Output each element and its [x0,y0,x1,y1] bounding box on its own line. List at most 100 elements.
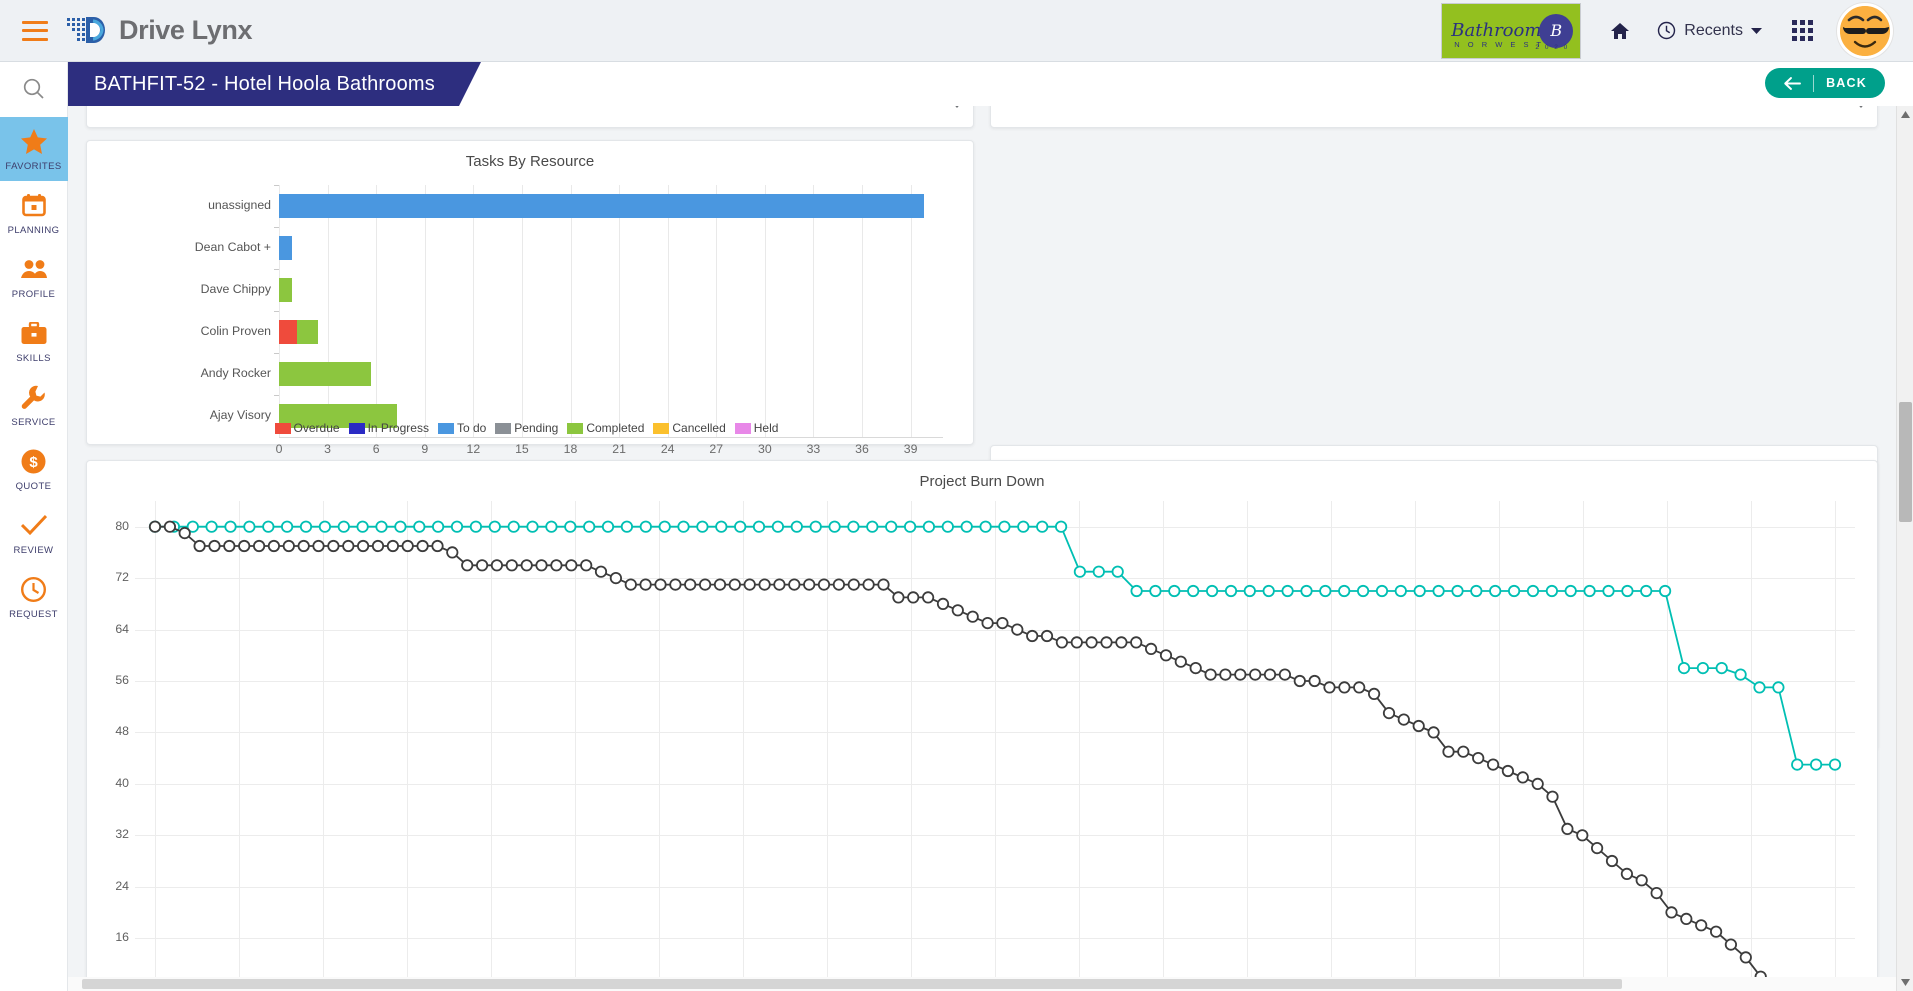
data-point[interactable] [1070,636,1083,649]
data-point[interactable] [996,617,1009,630]
data-point[interactable] [847,578,860,591]
data-point[interactable] [1224,584,1238,598]
data-point[interactable] [1130,584,1143,598]
data-point[interactable] [1753,681,1766,694]
data-point[interactable] [1696,662,1710,675]
data-point[interactable] [431,520,445,533]
data-point[interactable] [921,591,935,604]
data-point[interactable] [847,520,860,533]
data-point[interactable] [936,597,950,611]
data-point[interactable] [1487,758,1500,771]
bar-segment-completed[interactable] [279,278,292,302]
data-point[interactable] [979,520,992,533]
vertical-scroll-thumb[interactable] [1899,402,1912,522]
data-point[interactable] [223,539,236,553]
data-point[interactable] [1100,636,1113,649]
chevron-down-icon[interactable] [951,106,963,108]
data-point[interactable] [357,539,370,553]
data-point[interactable] [790,520,803,533]
data-point[interactable] [773,578,786,591]
data-point[interactable] [1262,584,1275,598]
data-point[interactable] [1620,867,1634,880]
data-point[interactable] [318,520,331,533]
data-point[interactable] [1368,687,1381,700]
data-point[interactable] [1457,745,1470,758]
legend-item[interactable]: Held [734,421,778,435]
data-point[interactable] [580,559,593,572]
data-point[interactable] [1695,919,1708,932]
data-point[interactable] [545,520,558,533]
data-point[interactable] [1451,584,1464,598]
scroll-up-arrow-icon[interactable] [1897,106,1913,123]
avatar[interactable] [1837,2,1893,59]
data-point[interactable] [771,520,785,533]
data-point[interactable] [1111,565,1124,578]
data-point[interactable] [1715,662,1728,675]
bar-segment-overdue[interactable] [279,320,297,344]
data-point[interactable] [550,559,563,572]
sidebar-item-review[interactable]: REVIEW [0,501,68,565]
data-point[interactable] [1489,584,1502,598]
horizontal-scroll-thumb[interactable] [82,979,1622,989]
data-point[interactable] [461,559,474,572]
data-point[interactable] [1665,906,1678,919]
legend-item[interactable]: In Progress [348,421,429,435]
data-point[interactable] [535,559,548,572]
data-point[interactable] [1791,758,1804,771]
data-point[interactable] [1635,874,1648,887]
data-point[interactable] [1085,636,1098,649]
data-point[interactable] [1772,681,1785,694]
data-point[interactable] [312,539,325,553]
data-point[interactable] [413,520,426,533]
data-point[interactable] [734,520,747,533]
data-point[interactable] [1659,584,1672,598]
data-point[interactable] [951,604,964,617]
data-point[interactable] [1174,655,1187,668]
data-point[interactable] [877,578,890,591]
data-point[interactable] [1040,629,1054,643]
data-point[interactable] [981,617,994,630]
data-point[interactable] [1640,584,1653,598]
data-point[interactable] [1472,752,1485,765]
data-point[interactable] [752,520,766,533]
data-point[interactable] [698,578,712,591]
data-point[interactable] [817,578,831,591]
data-point[interactable] [282,539,295,553]
data-point[interactable] [337,520,350,533]
vertical-scrollbar[interactable] [1896,106,1913,991]
data-point[interactable] [416,539,429,553]
data-point[interactable] [1055,636,1069,649]
bar-segment-to_do[interactable] [279,236,292,260]
data-point[interactable] [1394,584,1407,598]
data-point[interactable] [1092,565,1105,578]
bar-segment-completed[interactable] [296,320,318,344]
data-point[interactable] [262,520,275,533]
data-point[interactable] [654,578,667,591]
data-point[interactable] [1375,584,1389,598]
data-point[interactable] [1561,822,1574,835]
app-grid-icon[interactable] [1792,20,1813,41]
data-point[interactable] [1011,623,1024,636]
data-point[interactable] [475,559,489,572]
data-point[interactable] [526,520,539,533]
data-point[interactable] [1602,584,1615,598]
data-point[interactable] [601,520,615,533]
data-point[interactable] [1470,584,1483,598]
data-point[interactable] [505,559,518,572]
data-point[interactable] [394,520,407,533]
data-point[interactable] [238,539,251,553]
data-point[interactable] [1677,662,1691,675]
home-icon[interactable] [1609,20,1631,42]
data-point[interactable] [803,578,816,591]
menu-icon[interactable] [22,20,48,41]
data-point[interactable] [1017,520,1030,533]
data-point[interactable] [1353,681,1366,694]
data-point[interactable] [297,539,310,553]
data-point[interactable] [639,520,652,533]
legend-item[interactable]: Cancelled [653,421,726,435]
data-point[interactable] [1308,674,1321,688]
data-point[interactable] [431,539,444,553]
recents-menu[interactable]: Recents [1657,21,1762,40]
data-point[interactable] [658,520,671,533]
data-point[interactable] [1249,668,1262,681]
